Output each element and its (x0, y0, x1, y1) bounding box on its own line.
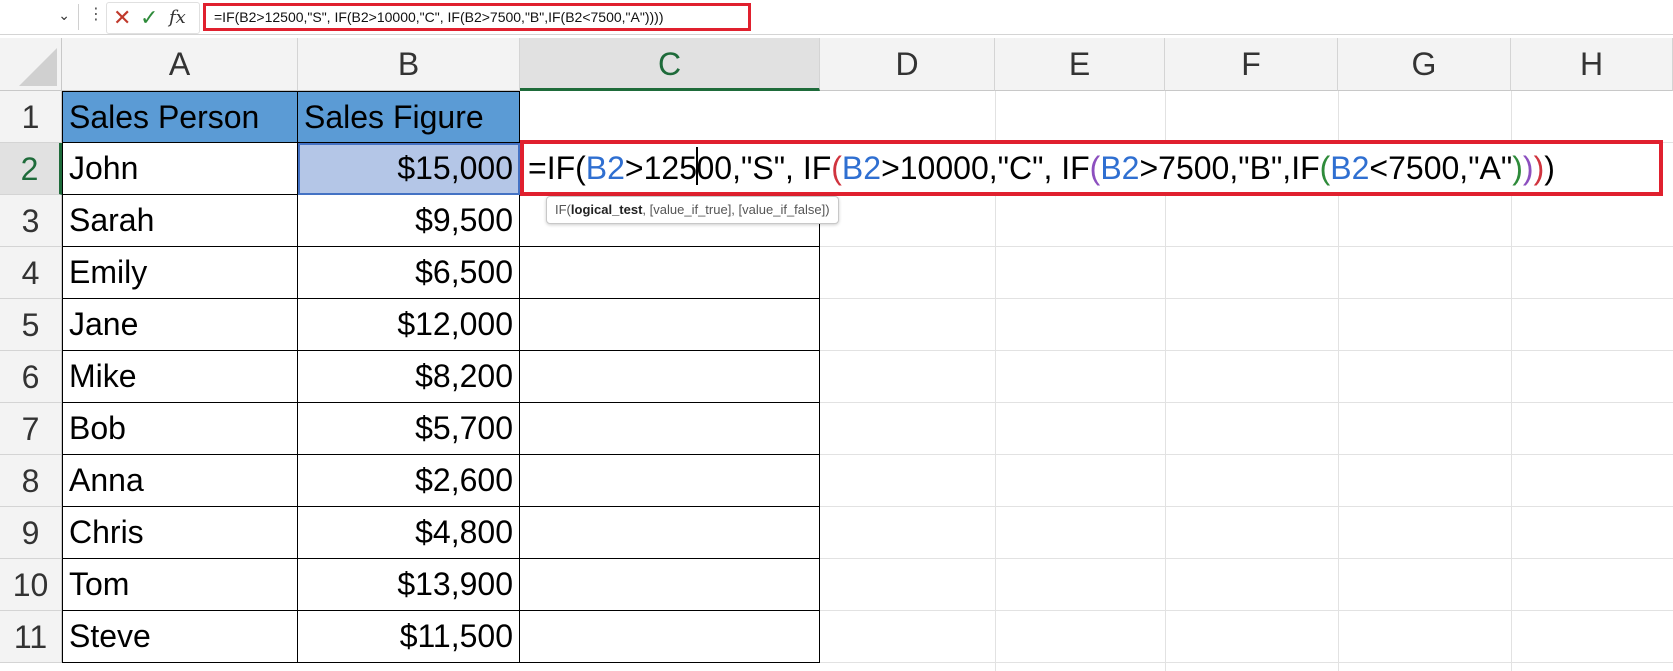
gridline (820, 298, 1673, 299)
cell-reference: B2 (1100, 150, 1140, 186)
cell-c4[interactable] (520, 247, 820, 299)
row-header-10[interactable]: 10 (0, 559, 62, 611)
paren: ( (1319, 150, 1331, 186)
formula-bar-area: ⌄ ⋮ ✕ ✓ fx =IF(B2>12500,"S", IF(B2>10000… (0, 0, 1673, 35)
cell-a9[interactable]: Chris (62, 507, 298, 559)
paren: ) (1544, 150, 1555, 186)
cell-c5[interactable] (520, 299, 820, 351)
gridline (820, 506, 1673, 507)
cell-reference: B2 (585, 150, 625, 186)
tooltip-prefix: IF( (555, 202, 571, 217)
paren: ) (1533, 150, 1545, 186)
paren: ) (1522, 150, 1534, 186)
gridline (820, 350, 1673, 351)
cell-a8[interactable]: Anna (62, 455, 298, 507)
gridline (820, 246, 1673, 247)
cell-a1[interactable]: Sales Person (62, 91, 298, 143)
cell-c8[interactable] (520, 455, 820, 507)
cell-reference: B2 (1330, 150, 1370, 186)
cell-a10[interactable]: Tom (62, 559, 298, 611)
select-all-corner[interactable] (0, 38, 62, 91)
cell-c6[interactable] (520, 351, 820, 403)
row-header-3[interactable]: 3 (0, 195, 62, 247)
column-header-f[interactable]: F (1165, 38, 1338, 91)
tooltip-rest: , [value_if_true], [value_if_false]) (642, 202, 830, 217)
formula-text: >7500,"B",IF (1139, 150, 1320, 186)
column-header-b[interactable]: B (298, 38, 520, 91)
row-header-4[interactable]: 4 (0, 247, 62, 299)
cancel-icon[interactable]: ✕ (113, 4, 131, 32)
cell-c9[interactable] (520, 507, 820, 559)
row-header-11[interactable]: 11 (0, 611, 62, 663)
cell-a4[interactable]: Emily (62, 247, 298, 299)
more-options-icon[interactable]: ⋮ (88, 5, 104, 25)
paren: ( (1089, 150, 1101, 186)
row-header-8[interactable]: 8 (0, 455, 62, 507)
cell-a7[interactable]: Bob (62, 403, 298, 455)
cell-b10[interactable]: $13,900 (298, 559, 520, 611)
formula-buttons: ✕ ✓ fx (106, 2, 200, 34)
paren: ( (831, 150, 842, 186)
gridline (820, 662, 1673, 663)
row-header-9[interactable]: 9 (0, 507, 62, 559)
cell-a2[interactable]: John (62, 143, 298, 195)
name-box[interactable]: ⌄ (0, 4, 79, 30)
gridline (820, 454, 1673, 455)
paren: ) (1512, 150, 1523, 186)
column-header-g[interactable]: G (1338, 38, 1511, 91)
cell-b8[interactable]: $2,600 (298, 455, 520, 507)
cell-b7[interactable]: $5,700 (298, 403, 520, 455)
cell-b9[interactable]: $4,800 (298, 507, 520, 559)
cell-c10[interactable] (520, 559, 820, 611)
cell-c11[interactable] (520, 611, 820, 663)
cell-c2-editor[interactable]: =IF(B2>12500,"S", IF(B2>10000,"C", IF(B2… (520, 140, 1663, 196)
gridline (820, 610, 1673, 611)
cell-a5[interactable]: Jane (62, 299, 298, 351)
gridline (820, 402, 1673, 403)
row-header-6[interactable]: 6 (0, 351, 62, 403)
cell-a3[interactable]: Sarah (62, 195, 298, 247)
formula-input[interactable]: =IF(B2>12500,"S", IF(B2>10000,"C", IF(B2… (203, 3, 751, 31)
cell-reference: B2 (841, 150, 882, 186)
insert-function-icon[interactable]: fx (169, 4, 186, 32)
row-header-5[interactable]: 5 (0, 299, 62, 351)
gridline (820, 558, 1673, 559)
cell-b6[interactable]: $8,200 (298, 351, 520, 403)
column-header-c[interactable]: C (520, 38, 820, 91)
cell-c7[interactable] (520, 403, 820, 455)
cell-b3[interactable]: $9,500 (298, 195, 520, 247)
row-header-1[interactable]: 1 (0, 91, 62, 143)
column-header-a[interactable]: A (62, 38, 298, 91)
row-header-2[interactable]: 2 (0, 143, 62, 195)
cell-a11[interactable]: Steve (62, 611, 298, 663)
cell-b11[interactable]: $11,500 (298, 611, 520, 663)
column-header-d[interactable]: D (820, 38, 995, 91)
column-header-h[interactable]: H (1511, 38, 1673, 91)
chevron-down-icon[interactable]: ⌄ (58, 7, 70, 24)
function-argument-tooltip: IF(logical_test, [value_if_true], [value… (546, 196, 839, 224)
row-header-7[interactable]: 7 (0, 403, 62, 455)
formula-text: >10000,"C", IF (881, 150, 1090, 186)
formula-text: 00,"S", IF (696, 150, 832, 186)
formula-text: =IF( (528, 150, 586, 186)
formula-text: <7500,"A" (1369, 150, 1513, 186)
formula-text: >125 (624, 150, 697, 186)
enter-check-icon[interactable]: ✓ (140, 4, 158, 32)
tooltip-active-arg[interactable]: logical_test (571, 202, 643, 217)
cell-b5[interactable]: $12,000 (298, 299, 520, 351)
cell-b1[interactable]: Sales Figure (298, 91, 520, 143)
cell-b4[interactable]: $6,500 (298, 247, 520, 299)
column-header-e[interactable]: E (995, 38, 1165, 91)
cell-a6[interactable]: Mike (62, 351, 298, 403)
cell-b2[interactable]: $15,000 (298, 143, 520, 195)
